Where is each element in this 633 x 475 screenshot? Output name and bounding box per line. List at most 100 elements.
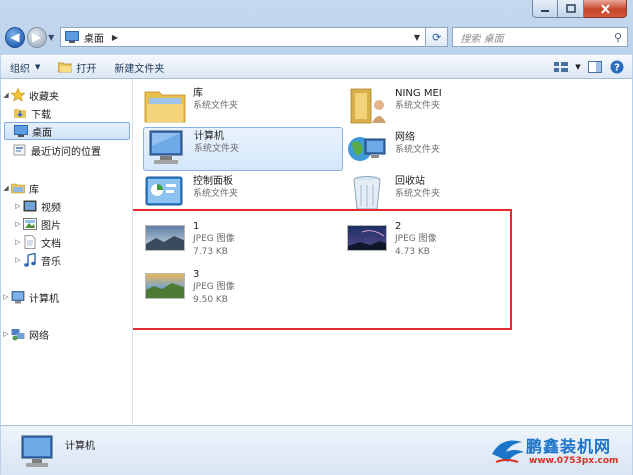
tree-desktop[interactable]: 桌面 xyxy=(4,122,130,140)
recent-places-icon xyxy=(13,143,27,157)
document-library-icon xyxy=(23,235,37,249)
tree-label: 最近访问的位置 xyxy=(31,146,101,158)
navigation-pane: ◢ 收藏夹 下载 桌面 最近访问的位置 ◢ 库 ▷ 视频 ▷ 图片 ▷ 文档 ▷… xyxy=(1,79,133,425)
item-name: 网络 xyxy=(395,132,415,143)
maximize-button[interactable] xyxy=(558,0,584,18)
minimize-icon xyxy=(541,9,549,12)
view-dropdown[interactable]: ▼ xyxy=(572,58,584,76)
search-box[interactable]: 搜索 桌面 ⚲ xyxy=(452,27,628,47)
item-libraries[interactable]: 库 系统文件夹 xyxy=(143,85,343,129)
item-size: 9.50 KB xyxy=(193,295,228,305)
star-icon xyxy=(11,88,25,102)
item-computer[interactable]: 计算机 系统文件夹 xyxy=(143,127,343,171)
tree-documents[interactable]: ▷ 文档 xyxy=(1,233,132,251)
refresh-icon: ⟳ xyxy=(432,30,442,44)
tree-favorites[interactable]: ◢ 收藏夹 xyxy=(1,86,132,104)
item-type: JPEG 图像 xyxy=(193,234,235,244)
tree-computer[interactable]: ▷ 计算机 xyxy=(1,288,132,306)
forward-button[interactable]: ▶ xyxy=(26,26,47,48)
video-library-icon xyxy=(23,199,37,213)
item-name: 回收站 xyxy=(395,176,425,187)
command-bar: 组织 ▼ 打开 新建文件夹 ▼ ? xyxy=(1,55,632,79)
breadcrumb-desktop[interactable]: 桌面 xyxy=(84,30,104,45)
image-thumbnail-icon xyxy=(143,266,187,306)
item-jpeg-2[interactable]: 2 JPEG 图像 4.73 KB xyxy=(345,218,515,262)
organize-label: 组织 xyxy=(10,63,30,75)
watermark-url: www.0753px.com xyxy=(529,456,619,466)
collapsed-arrow-icon[interactable]: ▷ xyxy=(1,293,11,301)
preview-pane-button[interactable] xyxy=(584,58,606,76)
item-name: 控制面板 xyxy=(193,176,233,187)
collapsed-arrow-icon[interactable]: ▷ xyxy=(13,256,23,264)
tree-pictures[interactable]: ▷ 图片 xyxy=(1,215,132,233)
expanded-arrow-icon[interactable]: ◢ xyxy=(1,91,11,99)
item-user-folder[interactable]: NING MEI 系统文件夹 xyxy=(345,85,515,129)
address-bar[interactable]: 桌面 ▶ ▼ xyxy=(59,27,426,47)
address-dropdown-icon[interactable]: ▼ xyxy=(409,33,425,42)
help-button[interactable]: ? xyxy=(606,58,628,76)
back-button[interactable]: ◀ xyxy=(5,26,25,48)
tree-label: 图片 xyxy=(41,220,61,232)
watermark-logo-icon xyxy=(492,440,524,463)
tree-label: 网络 xyxy=(29,330,49,342)
close-button[interactable] xyxy=(584,0,627,18)
chevron-down-icon: ▼ xyxy=(35,63,41,71)
item-network[interactable]: 网络 系统文件夹 xyxy=(345,129,515,173)
user-folder-icon xyxy=(345,85,389,125)
open-folder-icon xyxy=(58,62,72,73)
open-label: 打开 xyxy=(76,63,97,75)
collapsed-arrow-icon[interactable]: ▷ xyxy=(13,238,23,246)
collapsed-arrow-icon[interactable]: ▷ xyxy=(13,202,23,210)
tree-videos[interactable]: ▷ 视频 xyxy=(1,197,132,215)
open-button[interactable]: 打开 xyxy=(49,57,105,77)
chevron-down-icon: ▼ xyxy=(575,63,581,71)
watermark: 鹏鑫装机网 www.0753px.com xyxy=(488,432,628,472)
recent-pages-dropdown[interactable]: ▼ xyxy=(47,33,56,42)
item-subtitle: 系统文件夹 xyxy=(395,189,441,199)
search-input[interactable]: 搜索 桌面 xyxy=(460,30,609,45)
tree-libraries[interactable]: ◢ 库 xyxy=(1,179,132,197)
breadcrumb-arrow-icon[interactable]: ▶ xyxy=(112,33,118,42)
tree-music[interactable]: ▷ 音乐 xyxy=(1,251,132,269)
item-subtitle: 系统文件夹 xyxy=(395,101,441,111)
item-name: 库 xyxy=(193,88,203,99)
organize-button[interactable]: 组织 ▼ xyxy=(1,57,49,77)
tree-label: 计算机 xyxy=(29,293,59,305)
computer-icon xyxy=(11,290,25,304)
chevron-down-icon: ▼ xyxy=(48,32,55,42)
tree-label: 桌面 xyxy=(32,127,52,139)
libraries-icon xyxy=(11,181,25,195)
item-type: JPEG 图像 xyxy=(395,234,437,244)
minimize-button[interactable] xyxy=(532,0,558,18)
item-subtitle: 系统文件夹 xyxy=(395,145,441,155)
file-list: 库 系统文件夹 NING MEI 系统文件夹 计算机 系统文件夹 网络 系统文件… xyxy=(133,79,632,425)
tree-recent-places[interactable]: 最近访问的位置 xyxy=(1,141,132,159)
tree-label: 视频 xyxy=(41,202,61,214)
explorer-window: ◀ ▶ ▼ 桌面 ▶ ▼ ⟳ 搜索 桌面 ⚲ 组织 ▼ 打开 新建文件夹 ▼ ?… xyxy=(0,0,633,475)
item-control-panel[interactable]: 控制面板 系统文件夹 xyxy=(143,173,343,217)
new-folder-button[interactable]: 新建文件夹 xyxy=(105,57,173,77)
tree-label: 下载 xyxy=(31,109,51,121)
refresh-button[interactable]: ⟳ xyxy=(425,27,449,47)
image-thumbnail-icon xyxy=(345,218,389,258)
expanded-arrow-icon[interactable]: ◢ xyxy=(1,184,11,192)
watermark-brand: 鹏鑫装机网 xyxy=(526,437,612,456)
item-name: 2 xyxy=(395,221,402,232)
network-icon xyxy=(11,327,25,341)
libraries-folder-icon xyxy=(143,85,187,125)
arrow-left-icon: ◀ xyxy=(10,30,20,44)
item-recycle-bin[interactable]: 回收站 系统文件夹 xyxy=(345,173,515,217)
view-options-button[interactable] xyxy=(550,58,572,76)
address-row: ◀ ▶ ▼ 桌面 ▶ ▼ ⟳ 搜索 桌面 ⚲ xyxy=(5,25,628,49)
details-item-name: 计算机 xyxy=(65,441,95,452)
collapsed-arrow-icon[interactable]: ▷ xyxy=(1,330,11,338)
close-icon xyxy=(600,3,610,14)
collapsed-arrow-icon[interactable]: ▷ xyxy=(13,220,23,228)
item-jpeg-1[interactable]: 1 JPEG 图像 7.73 KB xyxy=(143,218,343,262)
tree-downloads[interactable]: 下载 xyxy=(1,104,132,122)
item-jpeg-3[interactable]: 3 JPEG 图像 9.50 KB xyxy=(143,266,343,310)
computer-icon xyxy=(19,434,57,470)
picture-library-icon xyxy=(23,217,37,231)
tree-network[interactable]: ▷ 网络 xyxy=(1,325,132,343)
item-name: 1 xyxy=(193,221,200,232)
